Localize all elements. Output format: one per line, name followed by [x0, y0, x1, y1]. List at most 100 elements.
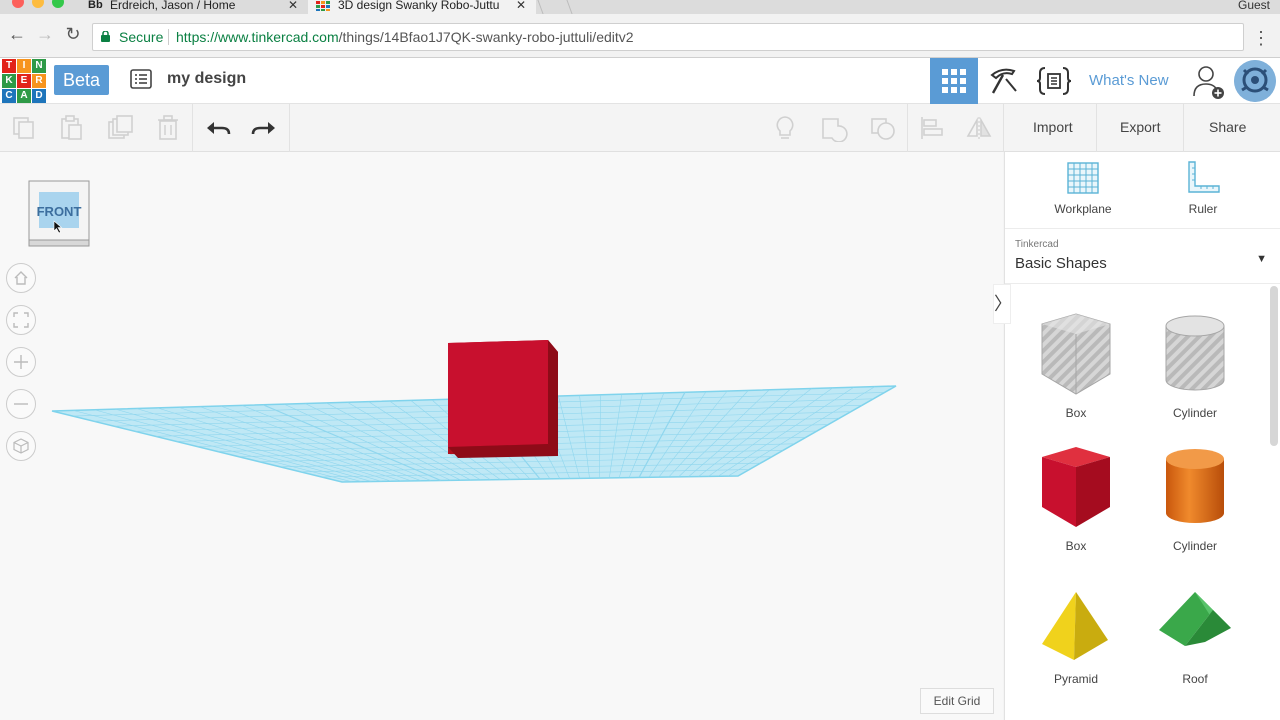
logo-tile: D: [32, 89, 46, 103]
logo-tile: I: [17, 59, 31, 73]
codeblocks-button[interactable]: [1030, 58, 1078, 104]
whats-new-link[interactable]: What's New: [1089, 72, 1169, 89]
ruler-label: Ruler: [1188, 202, 1218, 216]
tinkercad-logo[interactable]: TIN KER CAD: [2, 59, 46, 103]
tab-title: Erdreich, Jason / Home: [110, 0, 236, 12]
minimize-window-button[interactable]: [32, 0, 44, 8]
redo-icon[interactable]: [250, 114, 278, 142]
import-button[interactable]: Import: [1033, 119, 1073, 135]
code-braces-icon: [1037, 67, 1071, 95]
panel-scrollbar[interactable]: [1270, 286, 1278, 446]
edit-toolbar: Import Export Share: [0, 104, 1280, 152]
close-tab-icon[interactable]: ✕: [288, 0, 298, 11]
mirror-icon[interactable]: [965, 114, 993, 142]
maximize-window-button[interactable]: [52, 0, 64, 8]
url-field[interactable]: Secure https://www.tinkercad.com/things/…: [92, 23, 1244, 51]
export-button[interactable]: Export: [1120, 119, 1160, 135]
3d-view-button[interactable]: [930, 58, 978, 104]
app-header: TIN KER CAD Beta my design What's New: [0, 58, 1280, 104]
url-text: https://www.tinkercad.com/things/14Bfao1…: [176, 24, 634, 50]
chevron-right-icon: 〉: [994, 294, 1012, 314]
logo-tile: R: [32, 74, 46, 88]
library-source: Tinkercad: [1015, 239, 1059, 250]
browser-tab-tinkercad[interactable]: 3D design Swanky Robo-Juttu ✕: [308, 0, 536, 14]
undo-icon[interactable]: [204, 114, 232, 142]
shape-roof[interactable]: Roof: [1140, 576, 1250, 686]
box-hole-icon: [1041, 313, 1111, 395]
red-box-object[interactable]: [448, 340, 558, 458]
logo-tile: N: [32, 59, 46, 73]
grid-view-icon: [942, 69, 966, 93]
robot-avatar-icon: [1234, 60, 1276, 102]
delete-icon[interactable]: [154, 114, 182, 142]
beta-badge[interactable]: Beta: [54, 65, 109, 95]
shape-label: Box: [1065, 406, 1087, 420]
browser-tab-bar: Bb Erdreich, Jason / Home ✕ 3D design Sw…: [0, 0, 1280, 14]
toolbar-divider: [192, 104, 193, 152]
user-add-icon[interactable]: [1192, 64, 1226, 100]
secure-label: Secure: [119, 29, 164, 45]
url-host: https://www.tinkercad.com: [176, 29, 339, 45]
workplane-scene: [51, 340, 897, 483]
browser-tab-home[interactable]: Bb Erdreich, Jason / Home ✕: [82, 0, 302, 14]
shape-label: Roof: [1182, 672, 1208, 686]
align-icon[interactable]: [918, 114, 946, 142]
box-icon: [1042, 447, 1110, 527]
collapse-panel-button[interactable]: 〉: [993, 284, 1012, 324]
forward-arrow-icon[interactable]: →: [34, 24, 56, 45]
logo-tile: C: [2, 89, 16, 103]
shape-label: Cylinder: [1172, 539, 1217, 553]
profile-label[interactable]: Guest: [1238, 0, 1270, 12]
logo-tile: A: [17, 89, 31, 103]
group-icon[interactable]: [820, 114, 848, 142]
shape-box-hole[interactable]: Box: [1021, 310, 1131, 420]
user-avatar[interactable]: [1234, 60, 1276, 102]
divider: [168, 29, 169, 45]
lightbulb-icon[interactable]: [771, 114, 799, 142]
toolbar-divider: [1096, 104, 1097, 152]
workplane-icon: [1067, 162, 1099, 194]
toolbar-divider: [1183, 104, 1184, 152]
dropdown-caret-icon: ▼: [1256, 253, 1267, 265]
ungroup-icon[interactable]: [869, 114, 897, 142]
shapes-panel: Workplane Ruler Tinkercad Basic Shapes ▼…: [1004, 152, 1280, 720]
workplane-tool[interactable]: Workplane: [1043, 160, 1123, 216]
library-name: Basic Shapes: [1015, 255, 1107, 272]
close-window-button[interactable]: [12, 0, 24, 8]
share-button[interactable]: Share: [1209, 119, 1246, 135]
shape-cylinder-hole[interactable]: Cylinder: [1140, 310, 1250, 420]
reload-icon[interactable]: ↻: [62, 24, 84, 45]
toolbar-divider: [1003, 104, 1004, 152]
shape-box[interactable]: Box: [1021, 443, 1131, 553]
logo-tile: T: [2, 59, 16, 73]
pyramid-icon: [1042, 592, 1108, 660]
browser-menu-icon[interactable]: ⋮: [1252, 28, 1270, 49]
ruler-tool[interactable]: Ruler: [1163, 160, 1243, 216]
blackboard-favicon-icon: Bb: [88, 0, 103, 11]
shape-cylinder[interactable]: Cylinder: [1140, 443, 1250, 553]
shape-pyramid[interactable]: Pyramid: [1021, 576, 1131, 686]
new-tab-button[interactable]: [537, 0, 573, 14]
copy-icon[interactable]: [10, 114, 38, 142]
cylinder-icon: [1166, 449, 1224, 523]
design-list-icon[interactable]: [130, 68, 152, 90]
pickaxe-icon: [990, 68, 1017, 94]
close-tab-icon[interactable]: ✕: [516, 0, 526, 11]
design-title[interactable]: my design: [167, 70, 246, 88]
3d-canvas[interactable]: FRONT Edit Grid: [0, 152, 1003, 720]
edit-grid-button[interactable]: Edit Grid: [920, 688, 994, 714]
url-path: /things/14Bfao1J7QK-swanky-robo-juttuli/…: [338, 29, 634, 45]
toolbar-divider: [907, 104, 908, 152]
shape-label: Box: [1065, 539, 1087, 553]
ruler-icon: [1188, 161, 1220, 193]
logo-tile: E: [17, 74, 31, 88]
workplane-label: Workplane: [1054, 202, 1112, 216]
roof-icon: [1159, 592, 1231, 646]
paste-icon[interactable]: [57, 114, 85, 142]
back-arrow-icon[interactable]: ←: [6, 24, 28, 45]
logo-tile: K: [2, 74, 16, 88]
blocks-button[interactable]: [980, 58, 1028, 104]
shape-library-selector[interactable]: Tinkercad Basic Shapes ▼: [1005, 228, 1280, 284]
duplicate-icon[interactable]: [106, 114, 134, 142]
shape-label: Cylinder: [1172, 406, 1217, 420]
